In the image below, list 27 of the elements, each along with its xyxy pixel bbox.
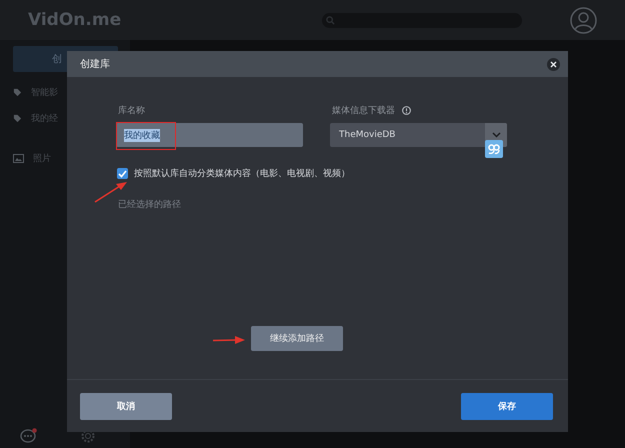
chat-icon[interactable] (20, 428, 38, 444)
downloader-dropdown[interactable]: TheMovieDB (330, 123, 507, 147)
search-field[interactable] (322, 12, 522, 28)
close-icon[interactable] (547, 58, 560, 70)
sidebar-item[interactable]: 我的经 (31, 112, 58, 124)
cancel-button[interactable]: 取消 (80, 392, 172, 420)
chevron-down-icon (492, 132, 500, 138)
tag-icon (13, 88, 22, 96)
add-path-button[interactable]: 继续添加路径 (251, 326, 343, 351)
library-name-field[interactable]: 我的收藏 (116, 123, 303, 147)
user-avatar-icon[interactable] (570, 6, 597, 34)
info-icon (402, 106, 411, 114)
checkbox-label: 按照默认库自动分类媒体内容（电影、电视剧、视频） (134, 168, 350, 180)
checkbox[interactable] (117, 168, 128, 179)
tag-icon (13, 114, 22, 122)
photo-icon (13, 154, 24, 162)
dialog-title: 创建库 (80, 58, 110, 71)
annotation-arrow (212, 335, 246, 345)
sidebar-item[interactable]: 照片 (33, 152, 51, 164)
save-button[interactable]: 保存 (461, 392, 553, 420)
field-label: 媒体信息下载器 (332, 104, 395, 116)
search-icon (326, 16, 335, 24)
logo: VidOn.me (28, 10, 122, 30)
selected-paths-label: 已经选择的路径 (117, 198, 182, 211)
field-label: 库名称 (117, 104, 146, 116)
sidebar-item[interactable]: 智能影 (31, 86, 58, 98)
highlight-frame (116, 122, 176, 150)
